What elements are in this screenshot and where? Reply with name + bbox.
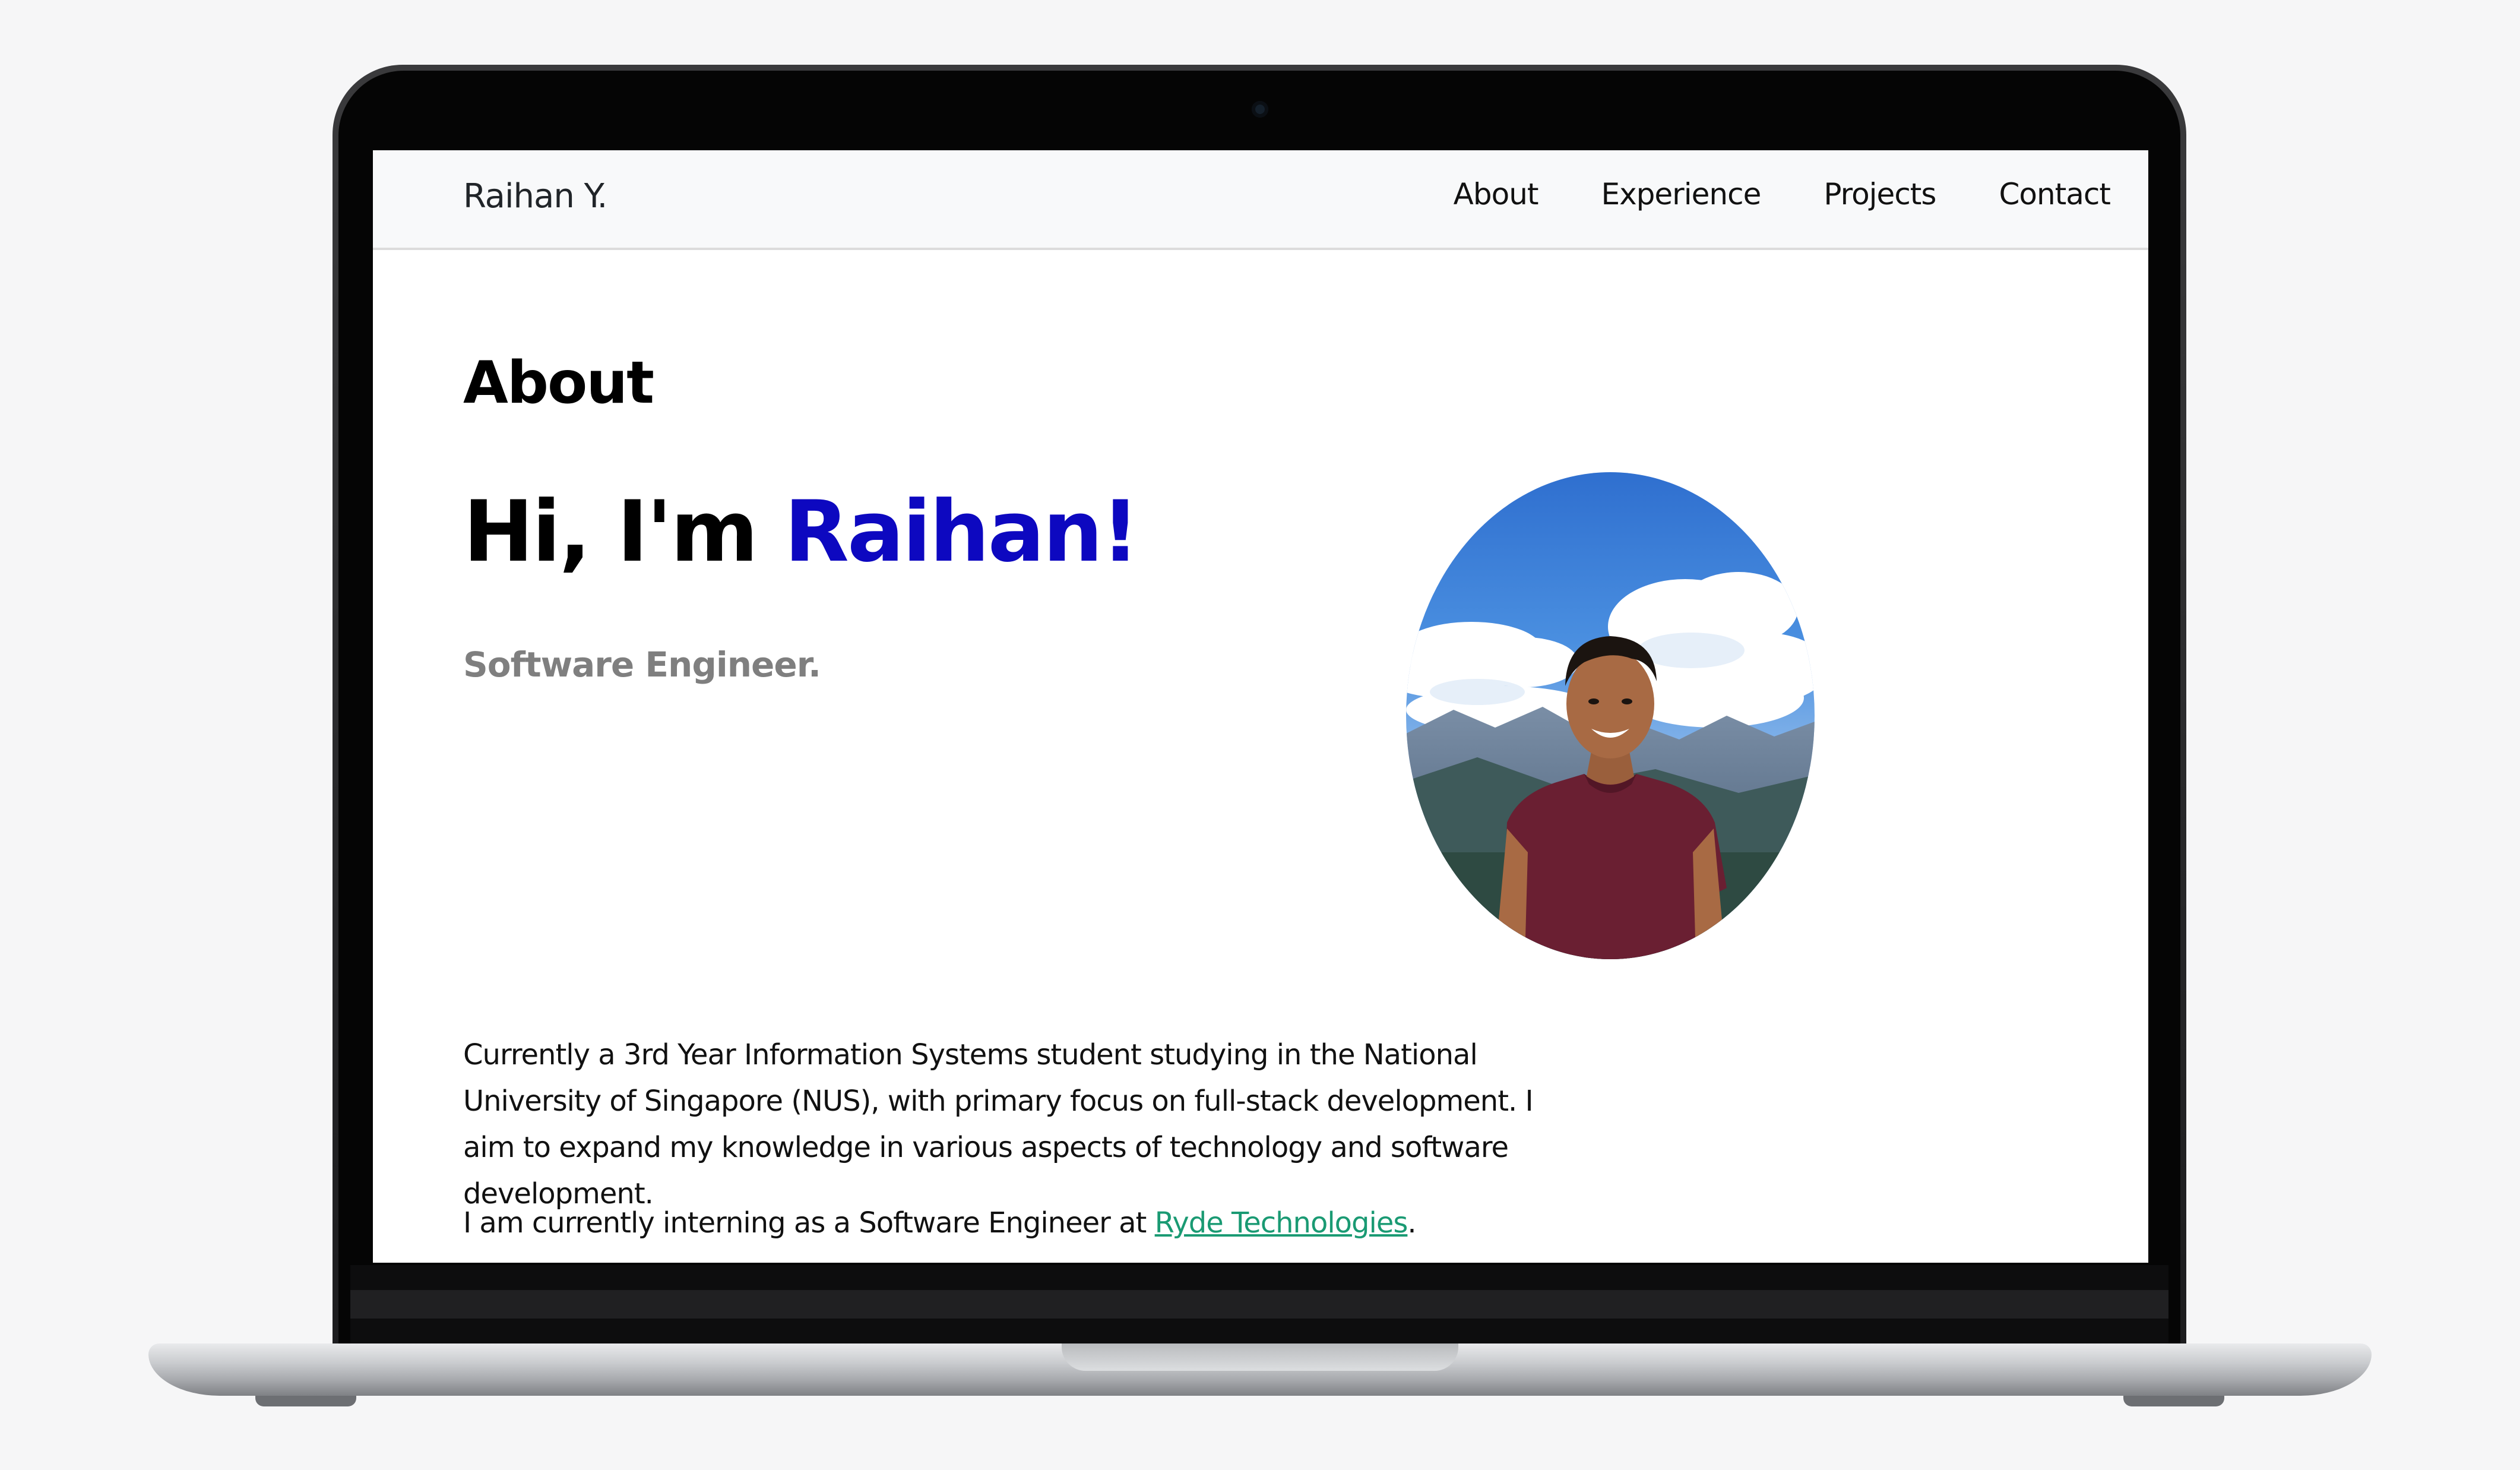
nav-links: About Experience Projects Contact — [1454, 177, 2111, 211]
internship-line: I am currently interning as a Software E… — [463, 1200, 1417, 1246]
ryde-technologies-link[interactable]: Ryde Technologies — [1155, 1206, 1408, 1240]
intern-suffix: . — [1407, 1206, 1416, 1240]
role-subtitle: Software Engineer. — [463, 644, 821, 685]
section-title: About — [463, 349, 654, 417]
nav-link-projects[interactable]: Projects — [1823, 177, 1936, 211]
hero-greeting: Hi, I'm Raihan! — [463, 483, 1140, 581]
nav-link-contact[interactable]: Contact — [1999, 177, 2111, 211]
brand-logo[interactable]: Raihan Y. — [463, 177, 607, 216]
laptop-foot-left — [255, 1396, 356, 1406]
nav-link-experience[interactable]: Experience — [1601, 177, 1762, 211]
laptop-notch — [1062, 1343, 1458, 1371]
nav-link-about[interactable]: About — [1454, 177, 1539, 211]
profile-photo — [1406, 472, 1815, 959]
navbar: Raihan Y. About Experience Projects Cont… — [373, 150, 2148, 250]
laptop-foot-right — [2123, 1396, 2224, 1406]
camera-icon — [1252, 101, 1268, 118]
website-screen: Raihan Y. About Experience Projects Cont… — [373, 150, 2148, 1263]
intern-text: I am currently interning as a Software E… — [463, 1206, 1155, 1240]
screen-chin — [350, 1265, 2168, 1348]
greeting-name: Raihan! — [784, 483, 1140, 581]
bio-paragraph: Currently a 3rd Year Information Systems… — [463, 1038, 1534, 1210]
greeting-prefix: Hi, I'm — [463, 483, 784, 581]
